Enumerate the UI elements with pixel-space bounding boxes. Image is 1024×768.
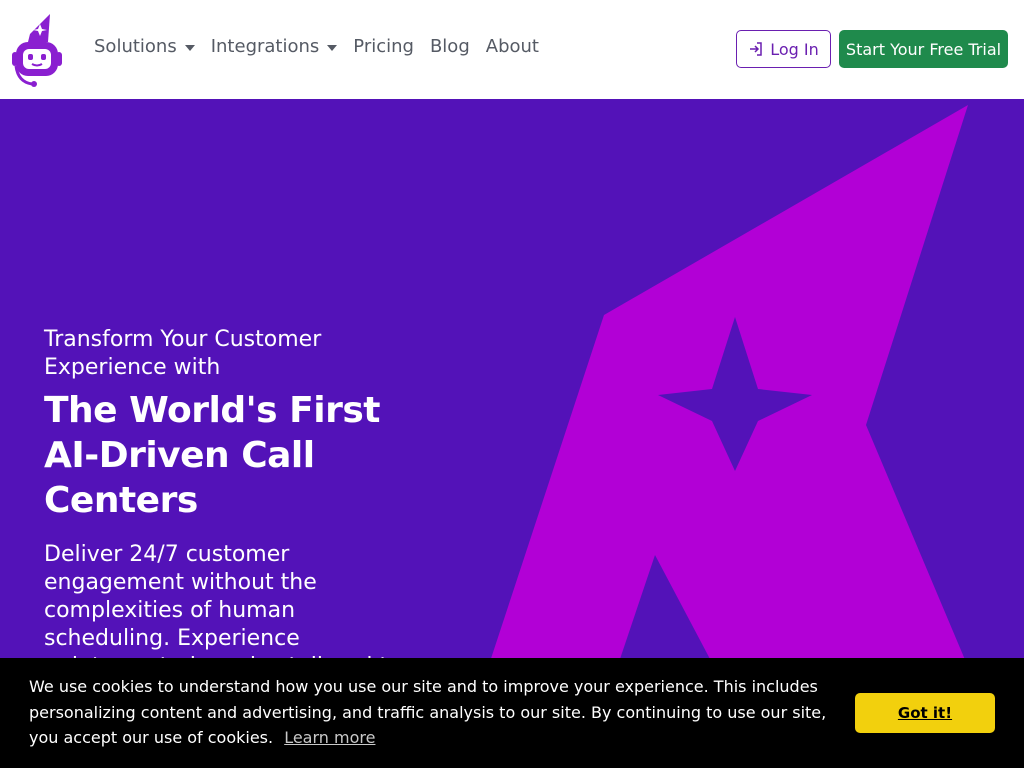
cookie-banner: We use cookies to understand how you use… [0, 658, 1024, 768]
caret-down-icon [327, 44, 338, 51]
wizard-robot-logo-icon[interactable] [10, 12, 64, 88]
cookie-message-text: We use cookies to understand how you use… [29, 677, 827, 747]
cookie-accept-button[interactable]: Got it! [855, 693, 995, 733]
nav-pricing-label: Pricing [353, 36, 414, 57]
caret-down-icon [184, 44, 195, 51]
hero-title: The World's First AI-Driven Call Centers [44, 390, 380, 521]
nav-integrations[interactable]: Integrations [211, 36, 338, 57]
nav-blog[interactable]: Blog [430, 36, 470, 57]
nav-about[interactable]: About [486, 36, 539, 57]
nav-integrations-label: Integrations [210, 36, 320, 57]
free-trial-label: Start Your Free Trial [845, 39, 1002, 59]
main-nav: Solutions Integrations Pricing Blog Abou… [94, 36, 555, 57]
login-icon [750, 42, 762, 56]
nav-solutions[interactable]: Solutions [94, 36, 195, 57]
nav-about-label: About [485, 36, 539, 57]
login-label: Log In [770, 39, 819, 59]
nav-pricing[interactable]: Pricing [353, 36, 414, 57]
nav-blog-label: Blog [429, 36, 470, 57]
learn-more-link[interactable]: Learn more [284, 728, 375, 747]
site-header: Solutions Integrations Pricing Blog Abou… [0, 0, 1024, 99]
cookie-message: We use cookies to understand how you use… [29, 674, 834, 751]
hero-pre-title: Transform Your Customer Experience with [44, 327, 322, 380]
login-button[interactable]: Log In [736, 30, 831, 68]
hero-text: Transform Your Customer Experience with … [44, 326, 414, 709]
nav-solutions-label: Solutions [94, 36, 177, 57]
free-trial-button[interactable]: Start Your Free Trial [839, 30, 1008, 68]
